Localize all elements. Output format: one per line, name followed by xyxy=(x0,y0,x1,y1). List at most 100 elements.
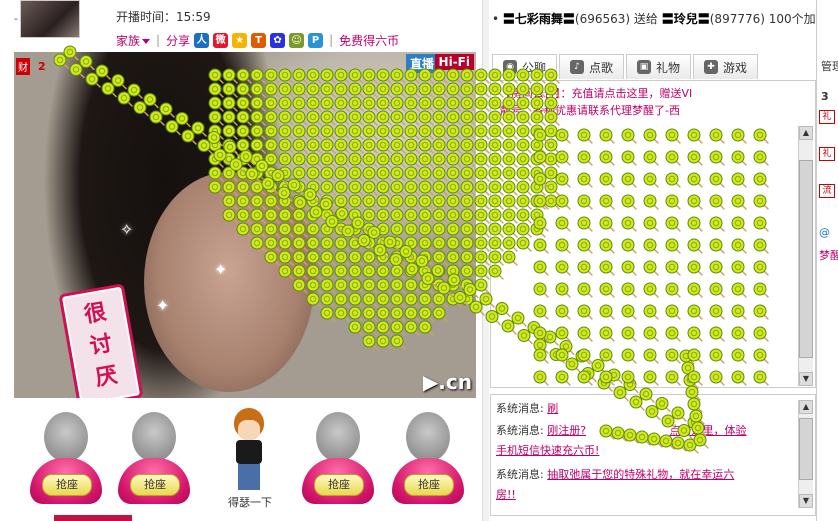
start-time: 开播时间：15:59 xyxy=(116,10,211,24)
scroll-thumb[interactable] xyxy=(799,418,813,480)
kaixin-icon[interactable]: ☺ xyxy=(289,32,305,48)
occupant-face xyxy=(238,420,260,440)
ticker-sender-id: (696563) xyxy=(574,12,631,26)
grab-seat-button[interactable]: 抢座 xyxy=(130,474,180,496)
column-divider xyxy=(482,0,489,521)
seat-5: 抢座 xyxy=(388,410,468,510)
chevron-down-icon xyxy=(142,38,151,44)
flow-tag-icon[interactable]: 流 xyxy=(819,184,835,198)
notice-text[interactable]: 【房间公告】：充值请点击这里，赠送VI xyxy=(500,87,692,100)
separator: | xyxy=(329,33,334,47)
sparkle-icon: ✦ xyxy=(214,260,228,279)
gift-icon: ▣ xyxy=(637,60,652,74)
gift-tag-icon[interactable]: 礼 xyxy=(819,110,835,124)
empty-seat-avatar xyxy=(316,412,360,462)
tab-games[interactable]: ✚ 游戏 xyxy=(693,54,759,79)
video-player[interactable]: 财 2 直播 Hi-Fi 很 讨 厌 ✦ ✦ ✧ ▶.cn xyxy=(14,52,476,398)
chat-scrollbar[interactable]: ▲ ▼ xyxy=(798,126,813,386)
weibo-icon[interactable]: 微 xyxy=(213,32,229,48)
ticker-bullet: • xyxy=(492,12,503,26)
gift-ticker: • 〓七彩雨舞〓(696563) 送给 〓玲兒〓(897776) 100个加油 xyxy=(492,10,828,27)
wealth-level: 2 xyxy=(38,60,46,73)
ticker-sender[interactable]: 〓七彩雨舞〓 xyxy=(503,12,575,26)
system-label: 系统消息: xyxy=(496,402,544,415)
share-link[interactable]: 分享 xyxy=(166,32,190,49)
share-toolbar: 家族 | 分享 人 微 ★ T ✿ ☺ P | 免费得六币 xyxy=(116,32,399,48)
system-link[interactable]: 刚注册? xyxy=(547,424,586,437)
grab-seat-button[interactable]: 抢座 xyxy=(42,474,92,496)
tab-label: 游戏 xyxy=(723,60,748,75)
renren-icon[interactable]: 人 xyxy=(194,32,210,48)
admin-panel: 管理 3 礼 礼 流 @ 梦醒 xyxy=(816,0,838,521)
family-label: 家族 xyxy=(116,33,141,48)
wealth-badge: 财 xyxy=(16,58,30,75)
family-link[interactable]: 家族 xyxy=(116,32,151,49)
ticker-action: 送给 xyxy=(630,12,662,26)
sparkle-icon: ✦ xyxy=(156,296,170,315)
system-link[interactable]: 房!! xyxy=(496,488,516,501)
system-label: 系统消息: xyxy=(496,468,544,481)
public-chat-panel[interactable] xyxy=(490,80,816,388)
pengyou-icon[interactable]: P xyxy=(308,32,324,48)
system-message: 系统消息: 刷 xyxy=(496,400,788,418)
system-link[interactable]: 抽取弛属于您的特殊礼物，就在幸运六 xyxy=(547,468,734,481)
system-message: 系统消息: 抽取弛属于您的特殊礼物，就在幸运六 xyxy=(496,466,788,484)
video-face-shape xyxy=(144,172,314,392)
empty-seat-avatar xyxy=(406,412,450,462)
ticker-receiver-id: (897776) xyxy=(709,12,765,26)
baidu-icon[interactable]: ✿ xyxy=(270,32,286,48)
qzone-icon[interactable]: ★ xyxy=(232,32,248,48)
system-link[interactable]: 点击这里，体验 xyxy=(670,424,747,437)
admin-title[interactable]: 管理 xyxy=(821,58,838,74)
tab-song-request[interactable]: ♪ 点歌 xyxy=(559,54,625,79)
stamp-char: 厌 xyxy=(93,361,120,392)
header-dash: - xyxy=(14,12,18,25)
empty-seat-avatar xyxy=(44,412,88,462)
system-message: 系统消息: 刚注册? 点击这里，体验 xyxy=(496,422,788,440)
grab-seat-button[interactable]: 抢座 xyxy=(404,474,454,496)
system-message: 手机短信快速充六币! xyxy=(496,442,788,460)
microphone-icon: ♪ xyxy=(570,60,585,74)
hifi-badge[interactable]: Hi-Fi xyxy=(434,54,474,70)
tab-gifts[interactable]: ▣ 礼物 xyxy=(626,54,692,79)
occupant-torso xyxy=(236,440,262,464)
seat-2: 抢座 xyxy=(114,410,194,510)
room-notice: 【房间公告】：充值请点击这里，赠送VI 靓号，各种优惠请联系代理梦醒了-西 xyxy=(500,85,800,119)
gift-tag-icon[interactable]: 礼 xyxy=(819,147,835,161)
grab-seat-button[interactable]: 抢座 xyxy=(314,474,364,496)
scroll-up-arrow[interactable]: ▲ xyxy=(799,400,813,414)
ticker-receiver[interactable]: 〓玲兒〓 xyxy=(662,12,710,26)
sparkle-icon: ✧ xyxy=(120,220,134,239)
seat-4: 抢座 xyxy=(298,410,378,510)
tab-label: 点歌 xyxy=(589,60,614,75)
system-message: 房!! xyxy=(496,486,788,504)
tab-label: 公聊 xyxy=(522,60,547,75)
mention-symbol: @ xyxy=(819,226,830,239)
gamepad-icon: ✚ xyxy=(704,60,719,74)
system-link[interactable]: 刷 xyxy=(547,402,558,415)
live-badge[interactable]: 直播 xyxy=(405,54,438,73)
scroll-up-arrow[interactable]: ▲ xyxy=(799,126,813,140)
separator: | xyxy=(156,33,161,47)
tab-label: 礼物 xyxy=(656,60,681,75)
streamer-avatar[interactable] xyxy=(20,0,80,38)
system-label: 系统消息: xyxy=(496,424,544,437)
system-scrollbar[interactable]: ▲ ▼ xyxy=(798,400,813,508)
seat-1: 抢座 xyxy=(26,410,106,510)
chat-bubble-icon: ◉ xyxy=(503,60,517,74)
admin-name[interactable]: 梦醒 xyxy=(819,247,838,263)
admin-count: 3 xyxy=(821,90,829,103)
tab-public-chat[interactable]: ◉ 公聊 xyxy=(492,54,558,79)
tieba-icon[interactable]: T xyxy=(251,32,267,48)
chat-tabs: ◉ 公聊 ♪ 点歌 ▣ 礼物 ✚ 游戏 xyxy=(492,54,759,79)
system-link[interactable]: 手机短信快速充六币! xyxy=(496,444,599,457)
scroll-down-arrow[interactable]: ▼ xyxy=(799,494,813,508)
scroll-thumb[interactable] xyxy=(799,160,813,358)
empty-seat-avatar xyxy=(132,412,176,462)
occupant-legs xyxy=(238,464,260,490)
occupant-name[interactable]: 得瑟一下 xyxy=(222,494,278,510)
seat-3-occupant[interactable]: 得瑟一下 xyxy=(222,408,278,509)
earn-coins-link[interactable]: 免费得六币 xyxy=(339,32,399,49)
scroll-down-arrow[interactable]: ▼ xyxy=(799,372,813,386)
bottom-tab-indicator[interactable] xyxy=(54,515,132,521)
